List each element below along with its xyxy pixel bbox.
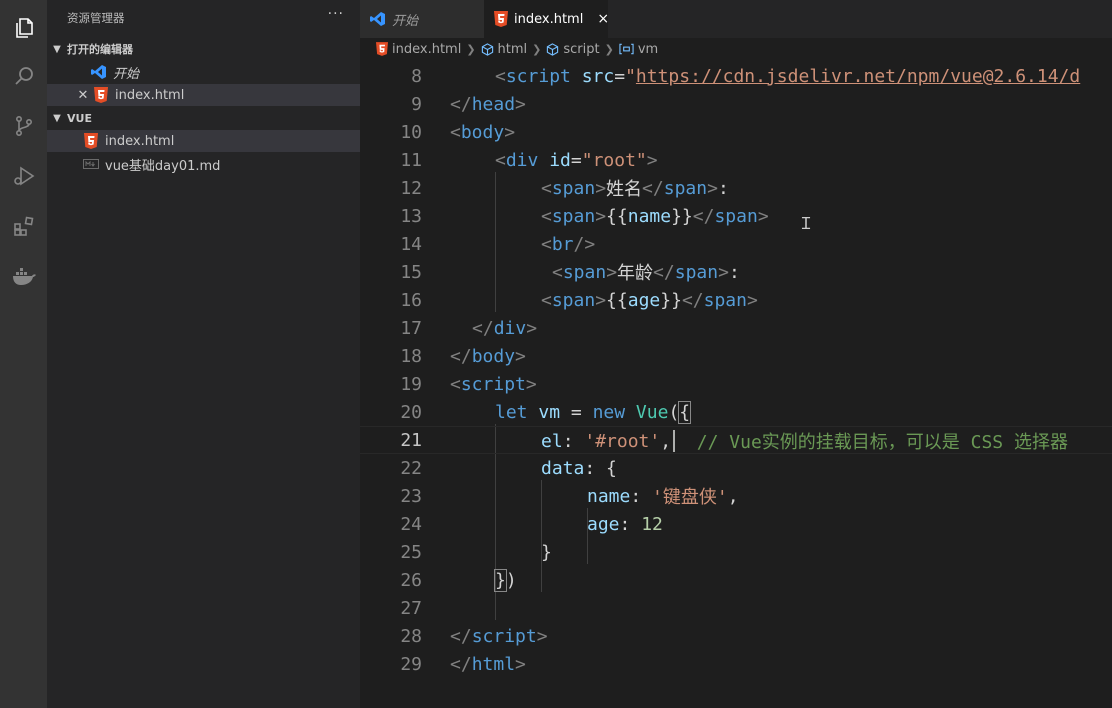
tab-bar: 开始 index.html ×: [360, 0, 1112, 38]
code-line: 24 age: 12: [360, 510, 1112, 538]
line-number: 10: [400, 121, 422, 143]
breadcrumb-item-script[interactable]: script: [563, 42, 599, 57]
close-tab-icon[interactable]: ×: [597, 11, 609, 27]
html5-icon: [93, 87, 109, 103]
chevron-right-icon: ❯: [604, 42, 614, 56]
line-number: 8: [411, 65, 422, 87]
line-number: 13: [400, 205, 422, 227]
html5-icon: [83, 133, 99, 149]
line-number: 25: [400, 541, 422, 563]
close-icon[interactable]: ✕: [75, 88, 91, 103]
file-item-markdown[interactable]: vue基础day01.md: [47, 153, 360, 175]
code-line: 14 < br/>: [360, 230, 1112, 258]
breadcrumb-item-file[interactable]: index.html: [392, 42, 461, 57]
element-icon: [546, 42, 559, 56]
line-number: 17: [400, 317, 422, 339]
explorer-sidebar: 资源管理器 ··· ▼ 打开的编辑器 开始 ✕ index.html ▼ VUE…: [47, 0, 360, 708]
code-line: 11 < div id = "root" >: [360, 146, 1112, 174]
code-line: 12 < span > 姓名 </span >:: [360, 174, 1112, 202]
extensions-icon[interactable]: [8, 210, 39, 241]
code-line: 22 data: {: [360, 454, 1112, 482]
code-line: 20 let vm = new Vue({: [360, 398, 1112, 426]
file-item-index-html[interactable]: index.html: [47, 130, 360, 152]
docker-icon[interactable]: [8, 260, 39, 291]
tab-index-html[interactable]: index.html ×: [484, 0, 609, 38]
line-number: 27: [400, 597, 422, 619]
code-line: 29 </html >: [360, 650, 1112, 678]
tab-label: 开始: [392, 13, 419, 29]
explorer-icon[interactable]: [8, 12, 39, 43]
vscode-icon: [370, 11, 386, 27]
code-line: 25 }: [360, 538, 1112, 566]
file-label: index.html: [105, 133, 175, 149]
line-number: 28: [400, 625, 422, 647]
markdown-icon: [83, 156, 99, 172]
line-number: 19: [400, 373, 422, 395]
code-line: 26 }): [360, 566, 1112, 594]
code-line: 10 < body >: [360, 118, 1112, 146]
chevron-right-icon: ❯: [466, 42, 476, 56]
open-editors-label: 打开的编辑器: [67, 43, 133, 56]
code-line: 23 name: '键盘侠',: [360, 482, 1112, 510]
current-code-line: 21 el: '#root', // Vue实例的挂载目标，可以是 CSS 选择…: [360, 426, 1112, 454]
code-line: 18 </body >: [360, 342, 1112, 370]
element-icon: [481, 42, 494, 56]
line-number: 21: [400, 429, 422, 451]
chevron-right-icon: ❯: [532, 42, 542, 56]
chevron-down-icon: ▼: [53, 112, 61, 124]
file-label: vue基础day01.md: [105, 158, 221, 174]
code-line: 13 < span >{{name}} </span >: [360, 202, 1112, 230]
code-line: 16 < span >{{age}} </span >: [360, 286, 1112, 314]
line-number: 11: [400, 149, 422, 171]
line-number: 9: [411, 93, 422, 115]
code-line: 9 </head >: [360, 90, 1112, 118]
line-number: 16: [400, 289, 422, 311]
open-editor-label: 开始: [113, 66, 140, 82]
line-number: 22: [400, 457, 422, 479]
open-editor-item-index[interactable]: ✕ index.html: [47, 84, 360, 106]
code-line: 27: [360, 594, 1112, 622]
chevron-down-icon: ▼: [53, 43, 61, 55]
line-number: 26: [400, 569, 422, 591]
code-line: 17 </div >: [360, 314, 1112, 342]
mouse-ibeam-cursor: Ｉ: [798, 214, 815, 233]
code-line: 8 < script src = " https://cdn.jsdelivr.net/…: [360, 62, 1112, 90]
folder-vue-header[interactable]: ▼ VUE: [47, 107, 360, 129]
variable-icon: [619, 43, 634, 55]
more-actions-icon[interactable]: ···: [328, 6, 344, 22]
line-number: 29: [400, 653, 422, 675]
code-line: 28 </script >: [360, 622, 1112, 650]
vscode-icon: [91, 64, 107, 80]
cdn-link[interactable]: https://cdn.jsdelivr.net/npm/vue@2.6.14/…: [636, 66, 1080, 87]
line-number: 12: [400, 177, 422, 199]
code-line: 15 < span > 年龄 </span >:: [360, 258, 1112, 286]
code-editor[interactable]: 8 < script src = " https://cdn.jsdelivr.net/…: [360, 60, 1112, 708]
folder-label: VUE: [67, 111, 92, 125]
search-icon[interactable]: [8, 60, 39, 91]
source-control-icon[interactable]: [8, 110, 39, 141]
breadcrumb: index.html ❯ html ❯ script ❯ vm: [360, 38, 1112, 60]
open-editors-header[interactable]: ▼ 打开的编辑器: [47, 38, 360, 60]
run-debug-icon[interactable]: [8, 160, 39, 191]
tab-label: index.html: [514, 11, 584, 27]
html5-icon: [376, 42, 388, 56]
line-number: 18: [400, 345, 422, 367]
explorer-title: 资源管理器: [67, 11, 125, 25]
open-editor-label: index.html: [115, 87, 185, 103]
breadcrumb-item-html[interactable]: html: [498, 42, 528, 57]
html5-icon: [494, 11, 508, 27]
line-number: 20: [400, 401, 422, 423]
code-line: 19 < script >: [360, 370, 1112, 398]
line-number: 15: [400, 261, 422, 283]
line-number: 14: [400, 233, 422, 255]
line-number: 23: [400, 485, 422, 507]
line-number: 24: [400, 513, 422, 535]
tab-start[interactable]: 开始: [360, 0, 484, 38]
breadcrumb-item-vm[interactable]: vm: [638, 42, 658, 57]
activity-bar: [0, 0, 47, 708]
open-editor-item-start[interactable]: 开始: [47, 61, 360, 83]
